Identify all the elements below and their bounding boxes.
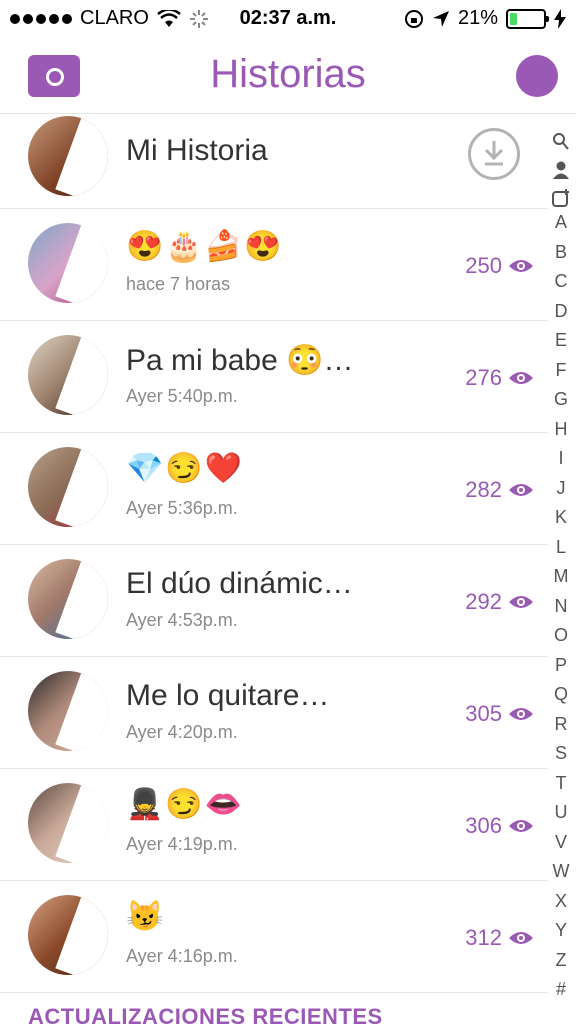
index-letter[interactable]: Z <box>556 946 567 976</box>
avatar <box>28 116 108 196</box>
search-icon[interactable] <box>552 132 570 152</box>
index-letter[interactable]: A <box>555 208 567 238</box>
index-letter[interactable]: G <box>554 385 568 415</box>
battery-fill <box>510 12 517 25</box>
status-bar: CLARO 02:37 a.m. 21% <box>0 0 576 38</box>
eye-icon <box>509 708 533 720</box>
index-letter[interactable]: U <box>555 798 568 828</box>
view-count: 306 <box>465 813 534 839</box>
page-title: Historias <box>210 52 366 96</box>
rotation-lock-icon <box>404 9 423 28</box>
index-letter[interactable]: Y <box>555 916 567 946</box>
index-letter[interactable]: H <box>555 415 568 445</box>
story-time: Ayer 4:19p.m. <box>126 834 238 854</box>
view-count: 282 <box>465 477 534 503</box>
index-letter[interactable]: R <box>555 710 568 740</box>
index-letter[interactable]: N <box>555 592 568 622</box>
story-time: Ayer 5:36p.m. <box>126 498 238 518</box>
story-time: Ayer 4:16p.m. <box>126 946 238 966</box>
view-count-number: 312 <box>465 925 502 950</box>
story-title: Mi Historia <box>126 134 268 167</box>
view-count: 292 <box>465 589 534 615</box>
view-count: 276 <box>465 365 534 391</box>
index-letter[interactable]: J <box>557 474 566 504</box>
alphabet-index[interactable]: A B C D E F G H I J K L M N O P Q R S T U V W X Y Z # <box>546 128 576 1008</box>
index-letter[interactable]: E <box>555 326 567 356</box>
avatar <box>28 895 108 975</box>
eye-icon <box>509 372 533 384</box>
user-icon[interactable] <box>552 160 570 180</box>
view-count-number: 306 <box>465 813 502 838</box>
index-letter[interactable]: T <box>556 769 567 799</box>
view-count-number: 276 <box>465 365 502 390</box>
story-title: 💂😏👄 <box>126 788 245 821</box>
view-count: 312 <box>465 925 534 951</box>
battery-percent: 21% <box>457 7 498 29</box>
story-row[interactable]: 💎😏❤️ Ayer 5:36p.m. 282 <box>0 433 548 545</box>
story-row[interactable]: 😍🎂🍰😍 hace 7 horas 250 <box>0 209 548 321</box>
index-letter[interactable]: D <box>555 297 568 327</box>
index-letter[interactable]: P <box>555 651 567 681</box>
story-row[interactable]: Me lo quitare… Ayer 4:20p.m. 305 <box>0 657 548 769</box>
eye-icon <box>509 484 533 496</box>
index-letter[interactable]: M <box>554 562 569 592</box>
story-title: Me lo quitare… <box>126 679 330 712</box>
index-letter[interactable]: V <box>555 828 567 858</box>
section-title-recent-updates: ACTUALIZACIONES RECIENTES <box>28 1004 383 1024</box>
add-friend-icon[interactable] <box>551 188 571 208</box>
location-icon <box>432 10 449 27</box>
index-letter[interactable]: L <box>556 533 566 563</box>
avatar <box>28 671 108 751</box>
story-title: 😍🎂🍰😍 <box>126 230 284 263</box>
download-icon[interactable] <box>468 128 520 180</box>
story-title: 💎😏❤️ <box>126 452 245 485</box>
avatar <box>28 223 108 303</box>
story-row[interactable]: 💂😏👄 Ayer 4:19p.m. 306 <box>0 769 548 881</box>
index-letter[interactable]: I <box>558 444 563 474</box>
index-letter[interactable]: C <box>555 267 568 297</box>
view-count-number: 305 <box>465 701 502 726</box>
index-letter[interactable]: # <box>556 975 566 1005</box>
view-count: 250 <box>465 253 534 279</box>
story-row-my-story[interactable]: Mi Historia <box>0 114 548 209</box>
index-letter[interactable]: S <box>555 739 567 769</box>
story-title: Pa mi babe 😳… <box>126 344 354 377</box>
index-letter[interactable]: Q <box>554 680 568 710</box>
status-right: 21% <box>404 7 566 30</box>
battery-icon <box>506 8 549 29</box>
story-title: El dúo dinámic… <box>126 567 353 600</box>
story-time: Ayer 5:40p.m. <box>126 386 238 406</box>
index-letter[interactable]: O <box>554 621 568 651</box>
story-time: Ayer 4:20p.m. <box>126 722 238 742</box>
index-letter[interactable]: W <box>553 857 570 887</box>
story-row[interactable]: El dúo dinámic… Ayer 4:53p.m. 292 <box>0 545 548 657</box>
index-letter[interactable]: B <box>555 238 567 268</box>
avatar <box>28 447 108 527</box>
eye-icon <box>509 260 533 272</box>
avatar <box>28 559 108 639</box>
view-count-number: 282 <box>465 477 502 502</box>
eye-icon <box>509 820 533 832</box>
eye-icon <box>509 596 533 608</box>
index-letter[interactable]: X <box>555 887 567 917</box>
story-row[interactable]: 😼 Ayer 4:16p.m. 312 <box>0 881 548 993</box>
story-time: Ayer 4:53p.m. <box>126 610 238 630</box>
view-count-number: 250 <box>465 253 502 278</box>
index-letter[interactable]: F <box>556 356 567 386</box>
story-title: 😼 <box>126 900 166 933</box>
charging-icon <box>554 8 566 29</box>
avatar <box>28 335 108 415</box>
header: Historias <box>0 38 576 114</box>
view-count: 305 <box>465 701 534 727</box>
view-count-number: 292 <box>465 589 502 614</box>
index-letter[interactable]: K <box>555 503 567 533</box>
eye-icon <box>509 932 533 944</box>
avatar <box>28 783 108 863</box>
story-row[interactable]: Pa mi babe 😳… Ayer 5:40p.m. 276 <box>0 321 548 433</box>
profile-button[interactable] <box>516 55 558 97</box>
story-time: hace 7 horas <box>126 274 231 294</box>
